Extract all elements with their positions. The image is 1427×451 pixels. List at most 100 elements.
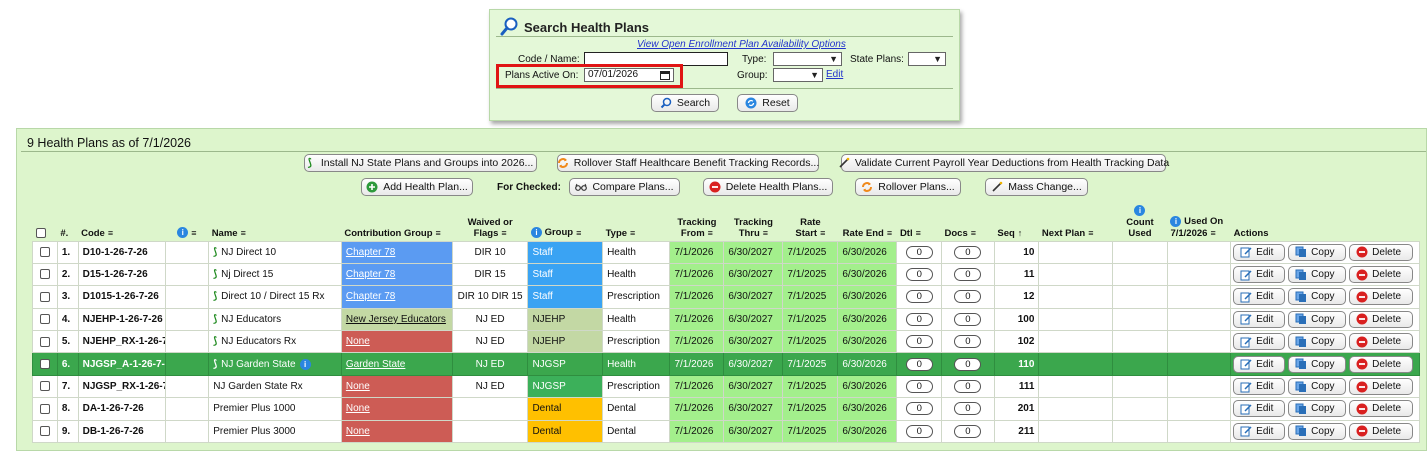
- state-plans-select[interactable]: ▼: [908, 52, 946, 66]
- edit-button[interactable]: Edit: [1233, 288, 1286, 306]
- docs-count-button[interactable]: 0: [954, 268, 982, 282]
- dtl-count-button[interactable]: 0: [905, 268, 933, 282]
- tracking-from-header[interactable]: Tracking From ≡: [670, 201, 724, 241]
- sort-icon[interactable]: ≡: [576, 228, 581, 238]
- open-enrollment-link[interactable]: View Open Enrollment Plan Availability O…: [637, 39, 846, 50]
- sort-icon[interactable]: ≡: [887, 228, 892, 238]
- delete-button[interactable]: Delete: [1349, 355, 1414, 373]
- copy-button[interactable]: Copy: [1288, 400, 1347, 418]
- plans-active-date-input[interactable]: 07/01/2026: [584, 68, 674, 82]
- row-checkbox[interactable]: [39, 426, 50, 437]
- sort-icon[interactable]: ≡: [241, 228, 246, 238]
- copy-button[interactable]: Copy: [1288, 243, 1347, 261]
- delete-button[interactable]: Delete: [1349, 243, 1414, 261]
- info-icon[interactable]: i: [299, 358, 311, 370]
- mass-change-button[interactable]: Mass Change...: [985, 178, 1088, 196]
- copy-button[interactable]: Copy: [1288, 355, 1347, 373]
- copy-button[interactable]: Copy: [1288, 288, 1347, 306]
- contribution-group-link[interactable]: Chapter 78: [346, 247, 395, 258]
- delete-health-plans-button[interactable]: Delete Health Plans...: [703, 178, 833, 196]
- sort-icon[interactable]: ≡: [971, 228, 976, 238]
- edit-button[interactable]: Edit: [1233, 266, 1286, 284]
- edit-button[interactable]: Edit: [1233, 400, 1286, 418]
- used-on-header[interactable]: i Used On 7/1/2026 ≡: [1167, 201, 1230, 241]
- sort-icon[interactable]: ≡: [501, 228, 506, 238]
- contribution-group-header[interactable]: Contribution Group ≡: [341, 201, 452, 241]
- docs-count-button[interactable]: 0: [954, 357, 982, 371]
- delete-button[interactable]: Delete: [1349, 422, 1414, 440]
- group-header[interactable]: i Group ≡: [528, 201, 603, 241]
- select-all-checkbox[interactable]: [35, 227, 46, 238]
- copy-button[interactable]: Copy: [1288, 378, 1347, 396]
- sort-icon[interactable]: ≡: [630, 228, 635, 238]
- table-row[interactable]: 5. NJEHP_RX-1-26-7-26 ⟆NJ Educators Rx N…: [32, 330, 1420, 354]
- edit-button[interactable]: Edit: [1233, 355, 1286, 373]
- docs-count-button[interactable]: 0: [954, 424, 982, 438]
- sort-icon[interactable]: ≡: [1088, 228, 1093, 238]
- docs-count-button[interactable]: 0: [954, 380, 982, 394]
- table-row[interactable]: 8. DA-1-26-7-26 Premier Plus 1000 None D…: [32, 397, 1420, 421]
- dtl-count-button[interactable]: 0: [905, 402, 933, 416]
- row-checkbox[interactable]: [39, 291, 50, 302]
- install-nj-plans-button[interactable]: ⟆ Install NJ State Plans and Groups into…: [304, 154, 537, 172]
- delete-button[interactable]: Delete: [1349, 266, 1414, 284]
- copy-button[interactable]: Copy: [1288, 310, 1347, 328]
- sort-icon[interactable]: ≡: [436, 228, 441, 238]
- contribution-group-link[interactable]: None: [346, 381, 370, 392]
- search-button[interactable]: Search: [651, 94, 719, 112]
- copy-button[interactable]: Copy: [1288, 422, 1347, 440]
- table-row[interactable]: 7. NJGSP_RX-1-26-7-26 NJ Garden State Rx…: [32, 374, 1420, 399]
- table-row[interactable]: 9. DB-1-26-7-26 Premier Plus 3000 None D…: [32, 419, 1420, 444]
- group-edit-link[interactable]: Edit: [826, 69, 843, 80]
- edit-button[interactable]: Edit: [1233, 378, 1286, 396]
- contribution-group-link[interactable]: Chapter 78: [346, 291, 395, 302]
- contribution-group-link[interactable]: None: [346, 426, 370, 437]
- tracking-thru-header[interactable]: Tracking Thru ≡: [724, 201, 783, 241]
- info-icon[interactable]: i: [177, 227, 189, 239]
- row-checkbox[interactable]: [39, 247, 50, 258]
- rate-start-header[interactable]: Rate Start ≡: [783, 201, 838, 241]
- docs-count-button[interactable]: 0: [954, 290, 982, 304]
- dtl-count-button[interactable]: 0: [905, 357, 933, 371]
- table-row[interactable]: 2. D15-1-26-7-26 ⟆ Nj Direct 15 Chapter 7…: [32, 262, 1420, 287]
- code-header[interactable]: Code ≡: [78, 201, 165, 241]
- contribution-group-link[interactable]: Garden State: [346, 359, 405, 370]
- seq-header[interactable]: Seq ↑: [994, 201, 1039, 241]
- edit-button[interactable]: Edit: [1233, 333, 1286, 351]
- docs-header[interactable]: Docs ≡: [942, 201, 995, 241]
- edit-button[interactable]: Edit: [1233, 310, 1286, 328]
- sort-icon[interactable]: ≡: [708, 228, 713, 238]
- dtl-header[interactable]: Dtl ≡: [897, 201, 942, 241]
- table-row[interactable]: 3. D1015-1-26-7-26 ⟆ Direct 10 / Direct 1…: [32, 285, 1420, 309]
- row-checkbox[interactable]: [39, 314, 50, 325]
- group-select[interactable]: ▼: [773, 68, 823, 82]
- info-icon[interactable]: i: [530, 227, 542, 239]
- delete-button[interactable]: Delete: [1349, 378, 1414, 396]
- edit-button[interactable]: Edit: [1233, 422, 1286, 440]
- dtl-count-button[interactable]: 0: [905, 312, 933, 326]
- info-header[interactable]: i ≡: [165, 201, 209, 241]
- docs-count-button[interactable]: 0: [954, 335, 982, 349]
- delete-button[interactable]: Delete: [1349, 288, 1414, 306]
- next-plan-header[interactable]: Next Plan ≡: [1039, 201, 1113, 241]
- sort-icon[interactable]: ≡: [820, 228, 825, 238]
- delete-button[interactable]: Delete: [1349, 333, 1414, 351]
- dtl-count-button[interactable]: 0: [905, 290, 933, 304]
- info-icon[interactable]: i: [1134, 205, 1146, 217]
- validate-deductions-button[interactable]: Validate Current Payroll Year Deductions…: [839, 154, 1169, 172]
- contribution-group-link[interactable]: None: [346, 336, 370, 347]
- type-header[interactable]: Type ≡: [603, 201, 670, 241]
- delete-button[interactable]: Delete: [1349, 310, 1414, 328]
- copy-button[interactable]: Copy: [1288, 266, 1347, 284]
- copy-button[interactable]: Copy: [1288, 333, 1347, 351]
- rollover-plans-button[interactable]: Rollover Plans...: [855, 178, 961, 196]
- rollover-staff-button[interactable]: Rollover Staff Healthcare Benefit Tracki…: [557, 154, 819, 172]
- name-header[interactable]: Name ≡: [209, 201, 342, 241]
- calendar-icon[interactable]: [660, 70, 670, 80]
- sort-icon[interactable]: ≡: [916, 228, 921, 238]
- dtl-count-button[interactable]: 0: [905, 380, 933, 394]
- delete-button[interactable]: Delete: [1349, 400, 1414, 418]
- contribution-group-link[interactable]: New Jersey Educators: [346, 314, 446, 325]
- sort-icon[interactable]: ≡: [191, 228, 196, 238]
- info-icon[interactable]: i: [1170, 216, 1182, 228]
